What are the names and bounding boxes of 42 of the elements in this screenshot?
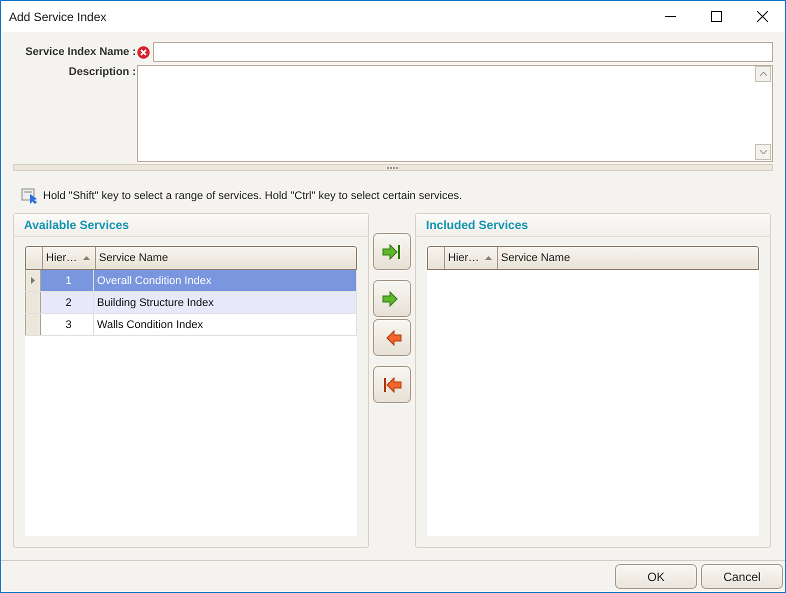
current-row-icon [31, 277, 35, 284]
sort-up-icon [83, 256, 90, 260]
row-indicator[interactable] [25, 270, 41, 291]
row-indicator[interactable] [25, 292, 41, 313]
maximize-icon [710, 11, 722, 22]
scroll-up-button[interactable] [755, 66, 771, 82]
description-field[interactable] [137, 65, 773, 162]
transfer-button[interactable] [373, 319, 411, 356]
arrow-right-bar-icon [382, 244, 402, 260]
hint-text: Hold "Shift" key to select a range of services. Hold "Ctrl" key to select certain services. [43, 190, 462, 202]
field-label: Description : [68, 65, 136, 80]
table-cell: 2 [41, 292, 94, 313]
table-cell: 1 [41, 270, 94, 291]
table-cell: Walls Condition Index [94, 314, 357, 335]
cursor-select-icon [21, 188, 38, 204]
table-cell: Building Structure Index [94, 292, 357, 313]
grid-row[interactable]: 2 Building Structure Index [25, 292, 357, 314]
name-input-field[interactable] [153, 42, 773, 62]
column-header[interactable]: Service Name [497, 247, 758, 269]
transfer-button[interactable] [373, 366, 411, 403]
ok-button[interactable]: OK [615, 564, 697, 589]
window-title: Add Service Index [9, 10, 108, 24]
sort-up-icon [485, 256, 492, 260]
row-indicator[interactable] [25, 314, 41, 335]
close-icon [756, 11, 768, 22]
table-cell: Overall Condition Index [94, 270, 357, 291]
cancel-button[interactable]: Cancel [701, 564, 783, 589]
panel-title: Included Services [426, 218, 528, 232]
column-header[interactable]: Hier… [42, 247, 95, 269]
chevron-up-icon [760, 72, 766, 76]
field-label: Service Index Name : [25, 46, 136, 58]
scroll-down-button[interactable] [755, 144, 771, 160]
splitter[interactable] [13, 164, 773, 171]
panel-title: Available Services [24, 218, 129, 232]
transfer-button[interactable] [373, 233, 411, 270]
chevron-down-icon [760, 150, 766, 154]
column-header[interactable]: Service Name [95, 247, 356, 269]
column-header[interactable]: Hier… [444, 247, 497, 269]
transfer-button[interactable] [373, 280, 411, 317]
table-cell: 3 [41, 314, 94, 335]
arrow-left-bar-icon [382, 376, 402, 392]
grid-row[interactable]: 3 Walls Condition Index [25, 314, 357, 336]
